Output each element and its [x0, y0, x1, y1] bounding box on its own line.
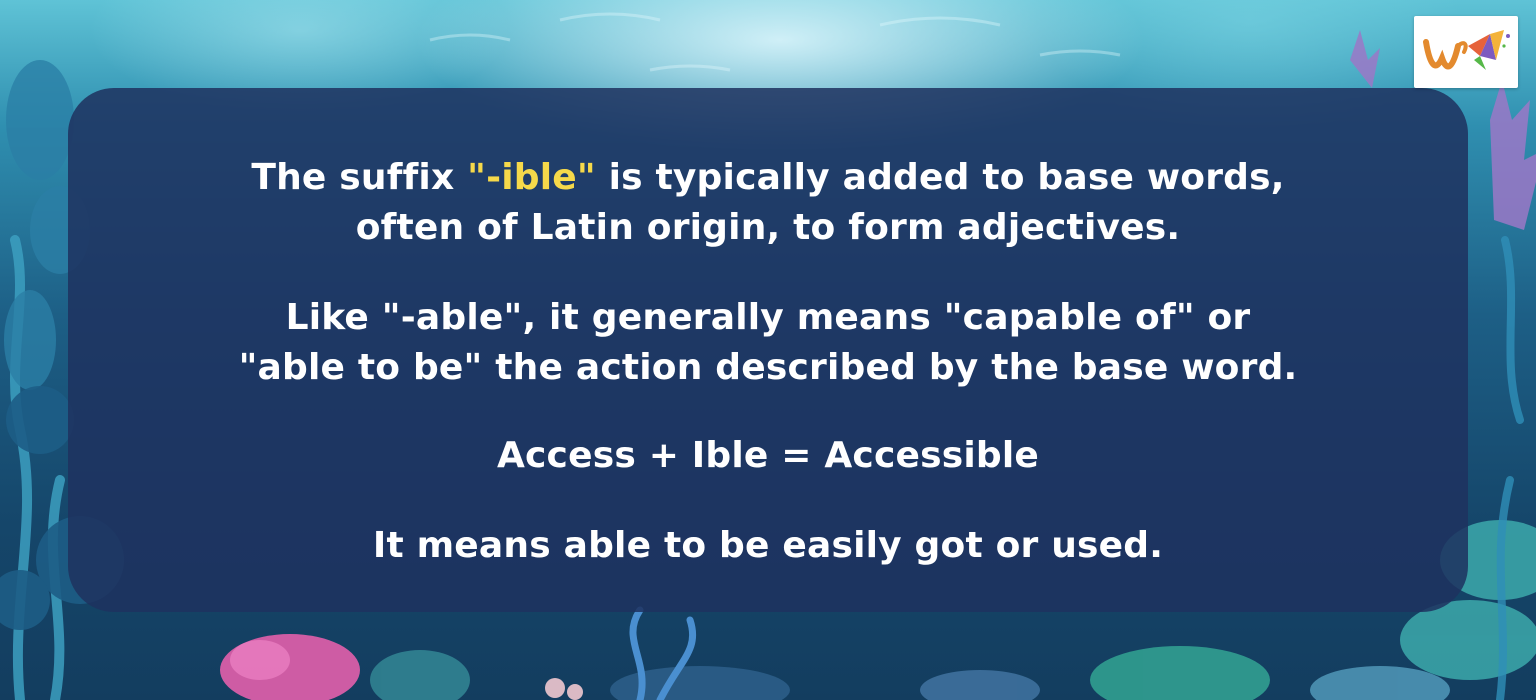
paragraph-2-line-2: "able to be" the action described by the… [238, 347, 1298, 388]
highlighted-suffix: "-ible" [467, 157, 596, 198]
paragraph-1-line-2: often of Latin origin, to form adjective… [355, 207, 1181, 248]
meaning-text: It means able to be easily got or used. [372, 525, 1164, 566]
info-panel: The suffix "-ible" is typically added to… [68, 88, 1468, 612]
w-logo-icon [1423, 30, 1510, 70]
paragraph-2-line-1: Like "-able", it generally means "capabl… [285, 297, 1251, 338]
brand-logo [1414, 16, 1518, 88]
paragraph-1-line-1: The suffix "-ible" is typically added to… [68, 154, 1468, 202]
paragraph-1-text-after: is typically added to base words, [595, 157, 1285, 198]
example-equation: Access + Ible = Accessible [496, 435, 1040, 476]
paragraph-1-text-before: The suffix [251, 157, 468, 198]
